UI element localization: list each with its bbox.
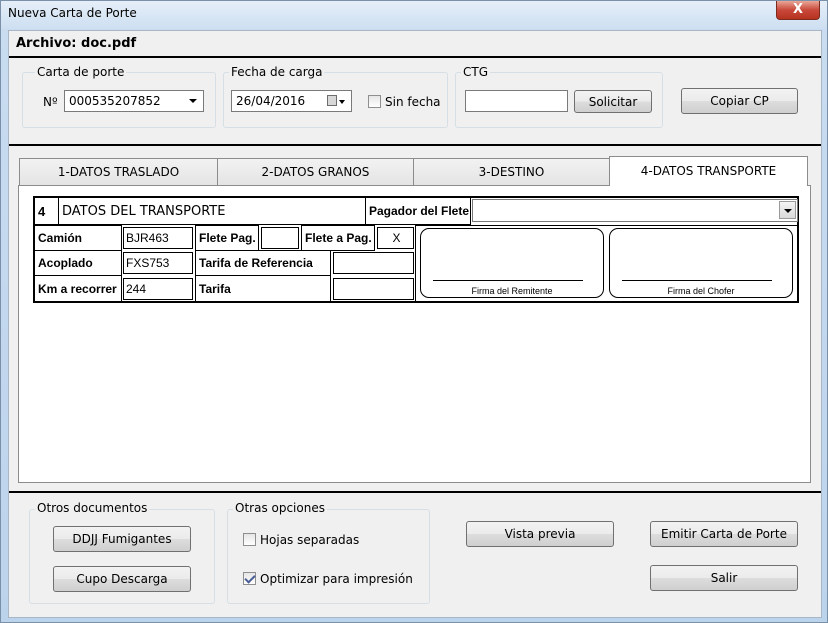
acoplado-label: Acoplado [34,250,122,276]
otras-opciones-group [227,509,430,604]
pagador-label: Pagador del Flete [365,197,471,225]
title-bar[interactable]: Nueva Carta de Porte X [1,1,827,29]
tab-datos-granos[interactable]: 2-DATOS GRANOS [217,158,414,185]
camion-label: Camión [34,225,122,251]
otras-opciones-legend: Otras opciones [233,501,327,515]
carta-porte-legend: Carta de porte [35,65,127,79]
sin-fecha-label: Sin fecha [385,95,441,109]
carta-porte-select[interactable]: 000535207852 [64,90,204,112]
hojas-separadas-checkbox[interactable] [243,533,256,546]
chevron-down-icon [339,100,345,104]
client-area: Archivo: doc.pdf Carta de porte Nº 00053… [8,30,822,618]
tab-panel: 4 DATOS DEL TRANSPORTE Pagador del Flete… [18,185,811,483]
close-button[interactable]: X [776,1,820,20]
tarifa-input[interactable] [333,278,414,300]
firma-remitente-caption: Firma del Remitente [471,286,553,296]
top-divider [9,56,821,58]
firma-chofer-caption: Firma del Chofer [667,286,735,296]
archivo-label: Archivo: doc.pdf [16,36,137,51]
chevron-down-icon [779,201,796,219]
numero-prefix: Nº [43,95,58,109]
firma-chofer-box: Firma del Chofer [609,228,793,298]
km-input[interactable]: 244 [123,278,193,300]
otros-documentos-legend: Otros documentos [35,501,150,515]
ctg-input[interactable] [465,90,568,112]
km-label: Km a recorrer [34,275,122,303]
mid-divider [9,144,821,146]
carta-porte-value: 000535207852 [69,94,161,108]
tab-datos-transporte[interactable]: 4-DATOS TRANSPORTE [609,156,808,186]
tab-destino[interactable]: 3-DESTINO [413,158,610,185]
bottom-divider [9,491,821,493]
tarifa-referencia-label: Tarifa de Referencia [195,250,331,276]
acoplado-input[interactable]: FXS753 [123,252,193,274]
salir-button[interactable]: Salir [650,565,798,591]
fecha-carga-legend: Fecha de carga [229,65,325,79]
optimizar-impresion-checkbox[interactable] [243,572,256,585]
vista-previa-button[interactable]: Vista previa [466,521,614,547]
fecha-carga-value: 26/04/2016 [236,94,306,108]
section-title: DATOS DEL TRANSPORTE [58,197,366,225]
hojas-separadas-label: Hojas separadas [260,533,360,547]
close-icon: X [792,2,804,17]
flete-pag-label: Flete Pag. [195,225,259,251]
tarifa-referencia-input[interactable] [333,252,414,274]
transporte-table: 4 DATOS DEL TRANSPORTE Pagador del Flete… [33,196,799,303]
camion-input[interactable]: BJR463 [123,227,193,249]
ctg-legend: CTG [461,65,491,79]
solicitar-button[interactable]: Solicitar [574,90,652,113]
cupo-descarga-button[interactable]: Cupo Descarga [53,566,191,592]
sin-fecha-checkbox[interactable] [368,95,381,108]
firma-remitente-box: Firma del Remitente [420,228,604,298]
calendar-icon [327,95,337,106]
flete-a-pag-input[interactable]: X [377,227,414,249]
chevron-down-icon [185,92,202,110]
fecha-carga-picker[interactable]: 26/04/2016 [231,90,352,112]
main-window: Nueva Carta de Porte X Archivo: doc.pdf … [0,0,828,623]
flete-a-pag-label: Flete a Pag. [301,225,375,251]
pagador-select[interactable] [472,199,798,222]
window-title: Nueva Carta de Porte [8,6,137,20]
flete-pag-input[interactable] [261,227,299,249]
section-number: 4 [34,197,59,225]
ddjj-fumigantes-button[interactable]: DDJJ Fumigantes [53,526,191,552]
tab-datos-traslado[interactable]: 1-DATOS TRASLADO [19,158,218,185]
copiar-cp-button[interactable]: Copiar CP [681,88,798,114]
optimizar-impresion-label: Optimizar para impresión [260,572,413,586]
tarifa-label: Tarifa [195,275,331,303]
emitir-carta-button[interactable]: Emitir Carta de Porte [650,521,798,547]
